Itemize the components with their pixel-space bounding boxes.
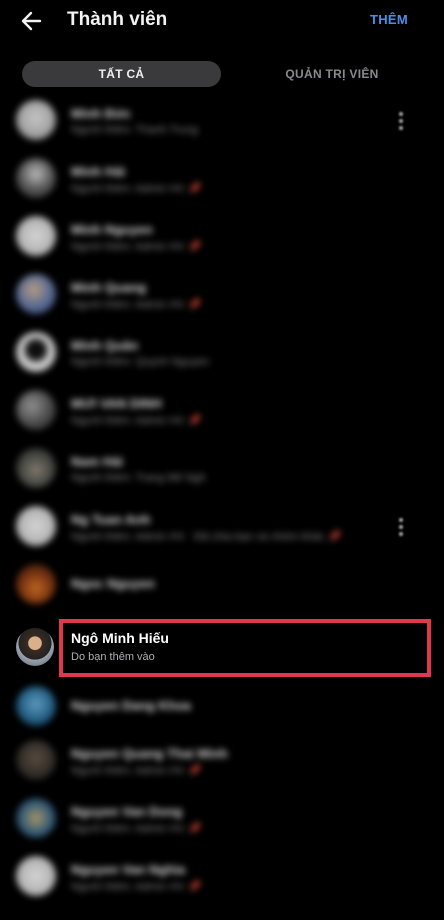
member-subtitle: Người thêm: Admin HV 📌	[71, 823, 202, 835]
member-name: Minh Quang	[71, 280, 147, 295]
avatar	[16, 686, 56, 726]
list-item[interactable]: Nguyen Van Nghia Người thêm: Admin HV 📌	[0, 848, 444, 906]
pin-icon: 📌	[187, 765, 202, 777]
avatar	[16, 856, 56, 896]
member-name: Nguyen Van Dong	[71, 804, 183, 819]
list-item[interactable]: Nguyen Van Dong Người thêm: Admin HV 📌	[0, 790, 444, 848]
member-tabs: TẤT CẢ QUẢN TRỊ VIÊN	[22, 61, 422, 87]
pin-icon: 📌	[187, 183, 202, 195]
list-item[interactable]: Minh Nguyen Người thêm: Admin HV 📌	[0, 208, 444, 266]
avatar	[16, 740, 56, 780]
back-button[interactable]	[16, 6, 46, 36]
arrow-left-icon	[21, 11, 42, 31]
pin-icon: 📌	[187, 881, 202, 893]
more-options-icon[interactable]	[398, 112, 404, 130]
pin-icon: 📌	[187, 241, 202, 253]
avatar	[16, 216, 56, 256]
member-subtitle: Người thêm: Admin HV 📌	[71, 183, 202, 195]
avatar	[16, 506, 56, 546]
member-subtitle: Người thêm: Admin HV 📌	[71, 299, 202, 311]
member-name: Minh Hải	[71, 164, 126, 179]
member-name: Nguyen Dang Khoa	[71, 698, 191, 713]
page-title: Thành viên	[67, 9, 168, 30]
member-subtitle: Người thêm: Admin HV 📌	[71, 241, 202, 253]
member-name: Minh Đức	[71, 106, 131, 121]
add-member-button[interactable]: THÊM	[370, 12, 408, 27]
avatar	[16, 448, 56, 488]
member-subtitle: Người thêm: Trang Mê Ngô	[71, 472, 206, 484]
member-name: Nam Hải	[71, 454, 124, 469]
avatar	[16, 274, 56, 314]
avatar	[16, 564, 56, 604]
list-item[interactable]: Ngoc Nguyen	[0, 556, 444, 614]
member-subtitle: Người thêm: Admin HV 📌	[71, 765, 202, 777]
list-item[interactable]: Minh Quang Người thêm: Admin HV 📌	[0, 266, 444, 324]
member-name: Minh Quân	[71, 338, 139, 353]
member-name: Nguyen Van Nghia	[71, 862, 186, 877]
member-subtitle: Người thêm: Quynh Nguyen	[71, 356, 210, 368]
avatar	[16, 798, 56, 838]
tab-all[interactable]: TẤT CẢ	[22, 61, 221, 87]
list-item[interactable]: Ng Tuan Anh Người thêm: Admin HV · Đã ch…	[0, 498, 444, 556]
member-name: MƯI VAN DINH	[71, 396, 162, 411]
member-name: Minh Nguyen	[71, 222, 153, 237]
member-subtitle: Người thêm: Admin HV · Đã chia bạn và nh…	[71, 531, 342, 543]
list-item[interactable]: Minh Quân Người thêm: Quynh Nguyen	[0, 324, 444, 382]
list-item[interactable]: Nguyen Dang Khoa	[0, 674, 444, 732]
member-subtitle: Người thêm: Thanh Trung	[71, 124, 198, 136]
pin-icon: 📌	[187, 299, 202, 311]
avatar	[16, 332, 56, 372]
member-subtitle: Người thêm: Admin HV 📌	[71, 415, 202, 427]
pin-icon: 📌	[187, 415, 202, 427]
avatar	[16, 628, 54, 666]
highlight-box	[59, 619, 431, 677]
member-subtitle: Người thêm: Admin HV 📌	[71, 881, 202, 893]
more-options-icon[interactable]	[398, 518, 404, 536]
member-name: Ng Tuan Anh	[71, 512, 151, 527]
top-bar: Thành viên THÊM	[0, 0, 444, 44]
avatar	[16, 390, 56, 430]
avatar	[16, 158, 56, 198]
pin-icon: 📌	[187, 823, 202, 835]
pin-icon: 📌	[327, 531, 342, 543]
list-item[interactable]: Nguyen Quang Thai Minh Người thêm: Admin…	[0, 732, 444, 790]
member-name: Ngoc Nguyen	[71, 576, 155, 591]
list-item[interactable]: Minh Hải Người thêm: Admin HV 📌	[0, 150, 444, 208]
list-item[interactable]: MƯI VAN DINH Người thêm: Admin HV 📌	[0, 382, 444, 440]
member-name: Nguyen Quang Thai Minh	[71, 746, 228, 761]
avatar	[16, 100, 56, 140]
tab-admins[interactable]: QUẢN TRỊ VIÊN	[242, 61, 422, 87]
list-item[interactable]: Nam Hải Người thêm: Trang Mê Ngô	[0, 440, 444, 498]
list-item[interactable]: Minh Đức Người thêm: Thanh Trung	[0, 92, 444, 150]
